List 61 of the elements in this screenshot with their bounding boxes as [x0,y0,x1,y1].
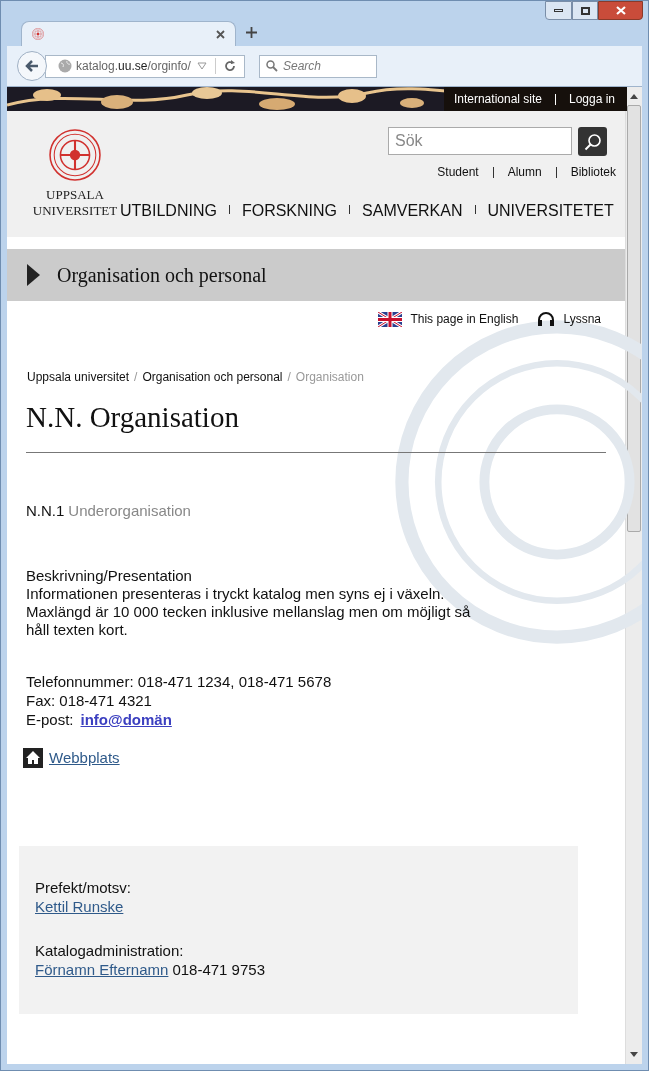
back-button[interactable] [17,51,47,81]
logo-text: UNIVERSITET [32,203,118,219]
triangle-icon [27,264,40,286]
person-link[interactable]: Förnamn Efternamn [35,959,169,979]
nav-link[interactable]: UNIVERSITETET [487,199,614,223]
reload-icon[interactable] [223,60,236,72]
search-button[interactable] [578,127,608,156]
quick-link[interactable]: Bibliotek [570,163,617,181]
plus-icon[interactable] [246,27,257,38]
address-bar[interactable]: katalog.uu.se/orginfo/ [45,54,245,78]
close-icon [615,6,626,15]
description-text: Informationen presenteras i tryckt katalog men syns ej i växeln. Maxlängd är 10 000 tecken inklusive mellanslag men om möjligt så håll texten kort. [26,585,472,639]
university-seal-logo [49,129,101,181]
headphones-icon [537,312,556,326]
nav-link[interactable]: FORSKNING [241,199,338,223]
home-icon [23,748,43,769]
search-field[interactable]: Search [259,54,377,78]
url-text: katalog.uu.se/orginfo/ [76,58,191,75]
site-search-field[interactable]: Sök [388,127,573,155]
fax-text: Fax: 018-471 4321 [26,691,153,710]
email-link[interactable]: info@domän [80,710,172,729]
search-icon [266,60,278,72]
nav-link[interactable]: UTBILDNING [120,199,217,223]
logo-text: UPPSALA [45,187,105,203]
breadcrumb-separator: / [287,369,291,386]
back-arrow-icon [25,60,39,72]
suborg-link[interactable]: Underorganisation [68,499,191,522]
suborg-code: N.N.1 [26,500,65,521]
flag-icon [378,311,403,327]
website-link[interactable]: Webbplats [49,747,120,770]
role-label: Prefekt/motsv: [35,877,132,897]
browser-search-input[interactable]: Search [283,57,363,75]
nav-link[interactable]: SAMVERKAN [362,199,463,223]
page-title: N.N. Organisation [26,400,240,435]
scroll-up-icon[interactable] [630,94,638,99]
scrollbar[interactable] [625,87,642,1064]
close-button[interactable] [598,1,643,20]
login-link[interactable]: Logga in [569,90,616,108]
breadcrumb-link[interactable]: Organisation och personal [142,368,283,386]
maximize-button[interactable] [572,1,598,20]
person-link[interactable]: Kettil Runske [35,896,124,916]
favicon-icon [32,28,44,40]
close-icon[interactable] [216,29,225,39]
breadcrumb-link[interactable]: Uppsala universitet [27,368,130,386]
quick-link[interactable]: Alumn [507,163,542,181]
phone-text: Telefonnummer: 018-471 1234, 018-471 5678 [26,672,333,691]
minimize-button[interactable] [545,1,572,20]
english-page-link[interactable]: This page in English [378,310,519,328]
search-icon [583,132,602,151]
listen-link[interactable]: Lyssna [537,310,602,328]
quick-link[interactable]: Student [437,163,479,181]
person-phone: 018-471 9753 [172,959,265,979]
description-heading: Beskrivning/Presentation [26,567,193,585]
role-label: Katalogadministration: [35,940,185,960]
section-title: Organisation och personal [57,263,267,289]
globe-icon [58,59,72,73]
breadcrumb-separator: / [134,369,138,386]
international-site-link[interactable]: International site [453,90,542,108]
breadcrumb-current: Organisation [295,369,364,386]
scroll-down-icon[interactable] [630,1052,638,1057]
email-label: E-post: [26,710,74,729]
